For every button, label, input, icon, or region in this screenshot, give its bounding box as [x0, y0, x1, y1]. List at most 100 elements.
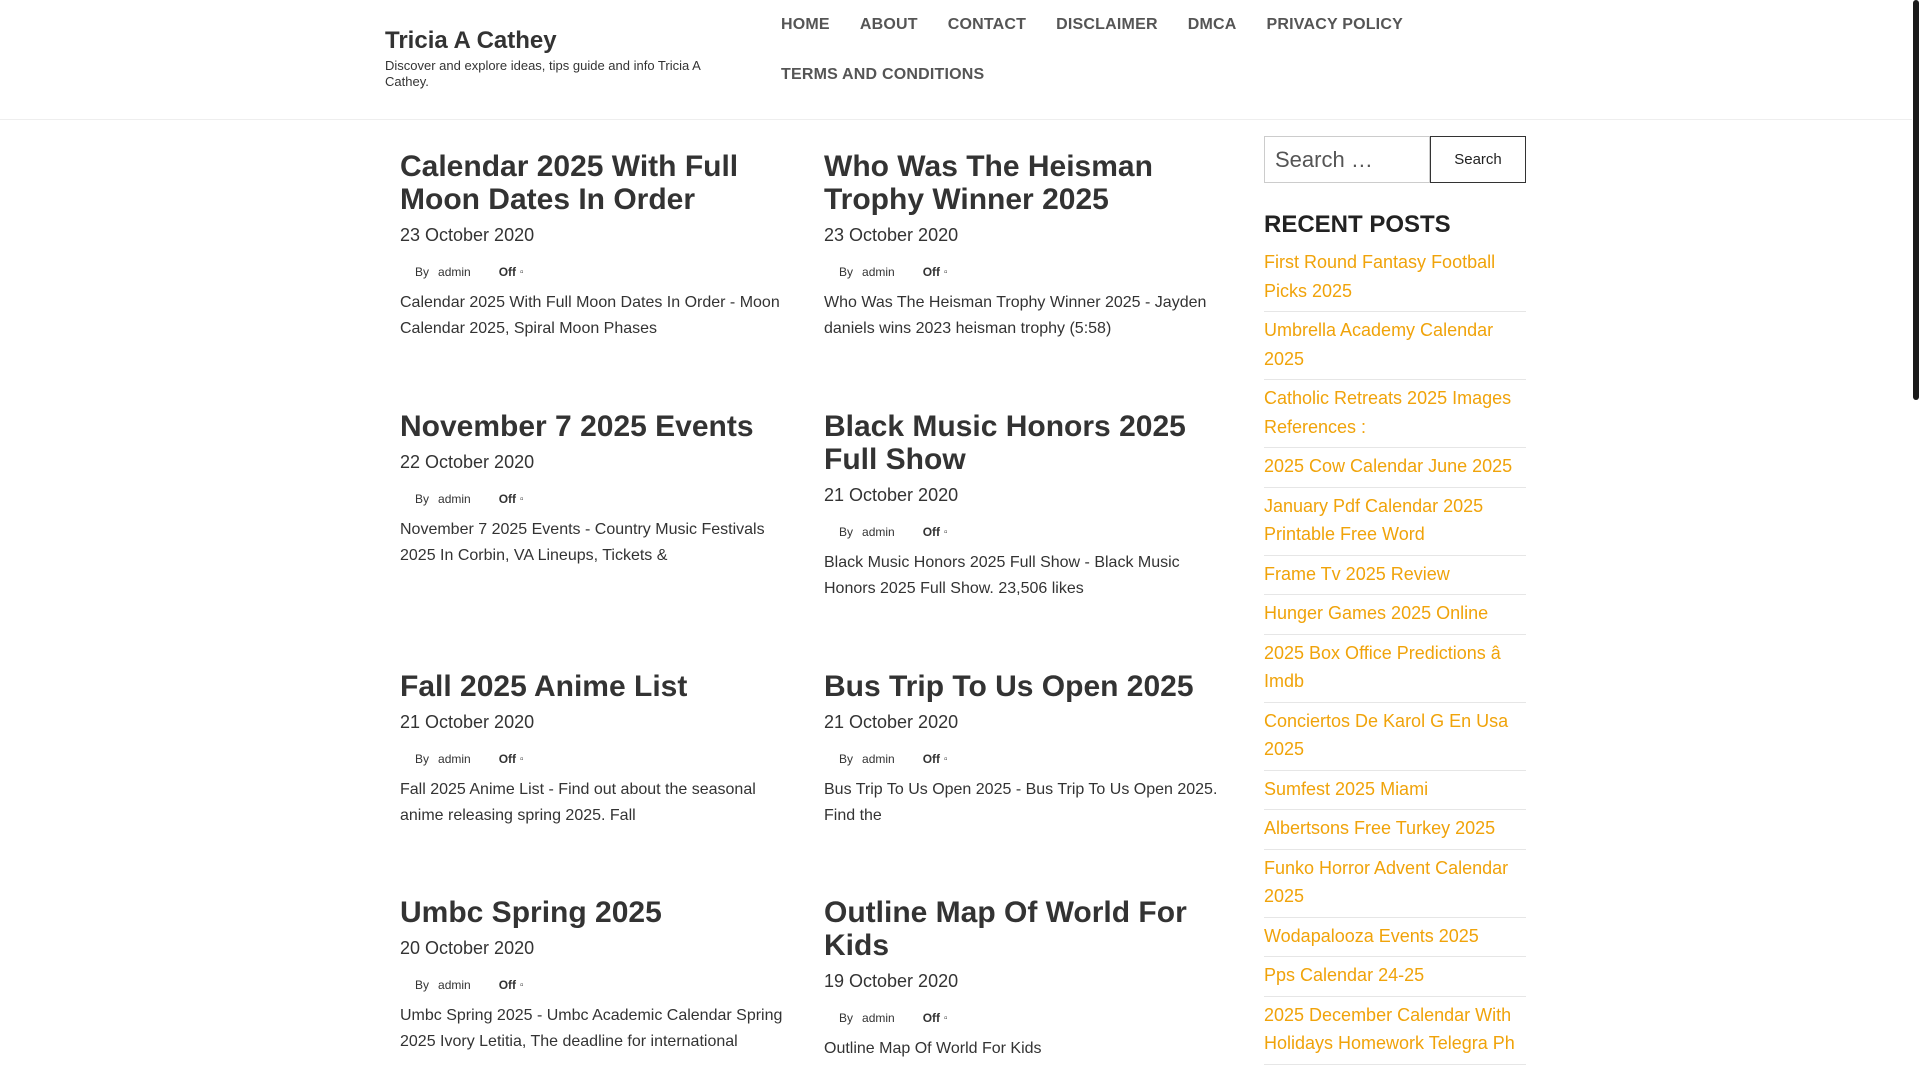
nav-home[interactable]: HOME: [766, 0, 845, 50]
recent-post-link[interactable]: Conciertos De Karol G En Usa 2025: [1264, 707, 1526, 764]
list-item: Albertsons Free Turkey 2025: [1264, 810, 1526, 850]
post-comments-status: Off: [922, 265, 941, 279]
comment-icon: ▫: [944, 266, 948, 278]
post-card: Outline Map Of World For Kids 19 October…: [824, 896, 1224, 1062]
post-author[interactable]: admin: [438, 752, 471, 766]
nav-about[interactable]: ABOUT: [845, 0, 933, 50]
post-comments-status: Off: [498, 978, 517, 992]
main-navigation: HOME ABOUT CONTACT DISCLAIMER DMCA PRIVA…: [766, 0, 1426, 100]
recent-post-link[interactable]: Wodapalooza Events 2025: [1264, 922, 1526, 951]
post-by-label: By: [415, 978, 430, 992]
post-comments-status: Off: [922, 752, 941, 766]
post-date: 21 October 2020: [400, 712, 535, 732]
post-author[interactable]: admin: [862, 752, 895, 766]
post-excerpt: Umbc Spring 2025 - Umbc Academic Calenda…: [400, 1007, 783, 1050]
post-author[interactable]: admin: [862, 265, 895, 279]
post-meta: By admin Off ▫: [824, 264, 1224, 280]
search-input[interactable]: [1264, 136, 1430, 183]
site-title[interactable]: Tricia A Cathey: [385, 26, 745, 56]
nav-contact[interactable]: CONTACT: [933, 0, 1041, 50]
comment-icon: ▫: [944, 1012, 948, 1024]
list-item: Catholic Retreats 2025 Images References…: [1264, 380, 1526, 448]
post-excerpt: Calendar 2025 With Full Moon Dates In Or…: [400, 294, 780, 337]
comment-icon: ▫: [520, 266, 524, 278]
post-card: Who Was The Heisman Trophy Winner 2025 2…: [824, 150, 1224, 342]
list-item: January Pdf Calendar 2025 Printable Free…: [1264, 488, 1526, 556]
post-title[interactable]: Who Was The Heisman Trophy Winner 2025: [824, 150, 1224, 216]
post-excerpt: Black Music Honors 2025 Full Show - Blac…: [824, 554, 1180, 597]
post-excerpt: November 7 2025 Events - Country Music F…: [400, 521, 765, 564]
post-date: 23 October 2020: [400, 225, 535, 245]
recent-post-link[interactable]: Albertsons Free Turkey 2025: [1264, 814, 1526, 843]
post-author[interactable]: admin: [862, 1011, 895, 1025]
comment-icon: ▫: [520, 979, 524, 991]
recent-post-link[interactable]: January Pdf Calendar 2025 Printable Free…: [1264, 492, 1526, 549]
recent-posts-title: RECENT POSTS: [1264, 211, 1451, 238]
post-comments-status: Off: [922, 525, 941, 539]
post-author[interactable]: admin: [438, 492, 471, 506]
post-card: Fall 2025 Anime List 21 October 2020 By …: [400, 670, 800, 829]
post-meta: By admin Off ▫: [400, 491, 800, 507]
recent-post-link[interactable]: Pps Calendar 24-25: [1264, 961, 1526, 990]
post-date: 23 October 2020: [824, 225, 959, 245]
list-item: Frame Tv 2025 Review: [1264, 556, 1526, 595]
nav-dmca[interactable]: DMCA: [1173, 0, 1252, 50]
post-comments-status: Off: [498, 752, 517, 766]
post-by-label: By: [415, 752, 430, 766]
scrollbar-thumb[interactable]: [1913, 0, 1919, 400]
post-card: Calendar 2025 With Full Moon Dates In Or…: [400, 150, 800, 342]
site-header: Tricia A Cathey Discover and explore ide…: [0, 0, 1912, 120]
recent-post-link[interactable]: Umbrella Academy Calendar 2025: [1264, 316, 1526, 373]
list-item: Wodapalooza Events 2025: [1264, 918, 1526, 957]
post-title[interactable]: Umbc Spring 2025: [400, 896, 800, 929]
list-item: Sumfest 2025 Miami: [1264, 771, 1526, 810]
list-item: Umbrella Academy Calendar 2025: [1264, 312, 1526, 380]
post-excerpt: Outline Map Of World For Kids: [824, 1040, 1042, 1057]
page-scrollbar[interactable]: [1912, 0, 1920, 1080]
post-excerpt: Fall 2025 Anime List - Find out about th…: [400, 781, 756, 824]
recent-post-link[interactable]: First Round Fantasy Football Picks 2025: [1264, 248, 1526, 305]
search-button[interactable]: Search: [1430, 136, 1526, 183]
recent-post-link[interactable]: Hunger Games 2025 Online: [1264, 599, 1526, 628]
recent-post-link[interactable]: 2025 Cow Calendar June 2025: [1264, 452, 1526, 481]
nav-terms-and-conditions[interactable]: TERMS AND CONDITIONS: [766, 50, 999, 100]
post-title[interactable]: Black Music Honors 2025 Full Show: [824, 410, 1224, 476]
recent-post-link[interactable]: Catholic Retreats 2025 Images References…: [1264, 384, 1526, 441]
post-author[interactable]: admin: [438, 265, 471, 279]
comment-icon: ▫: [944, 526, 948, 538]
post-meta: By admin Off ▫: [824, 1010, 1224, 1026]
post-author[interactable]: admin: [438, 978, 471, 992]
post-meta: By admin Off ▫: [400, 264, 800, 280]
post-title[interactable]: Calendar 2025 With Full Moon Dates In Or…: [400, 150, 800, 216]
post-title[interactable]: Fall 2025 Anime List: [400, 670, 800, 703]
nav-disclaimer[interactable]: DISCLAIMER: [1041, 0, 1173, 50]
post-by-label: By: [415, 492, 430, 506]
post-title[interactable]: November 7 2025 Events: [400, 410, 800, 443]
post-card: Black Music Honors 2025 Full Show 21 Oct…: [824, 410, 1224, 602]
list-item: Hunger Games 2025 Online: [1264, 595, 1526, 635]
post-meta: By admin Off ▫: [824, 524, 1224, 540]
list-item: 2025 Cow Calendar June 2025: [1264, 448, 1526, 488]
post-by-label: By: [839, 525, 854, 539]
post-author[interactable]: admin: [862, 525, 895, 539]
recent-post-link[interactable]: 2025 Box Office Predictions â Imdb: [1264, 639, 1526, 696]
recent-post-link[interactable]: Funko Horror Advent Calendar 2025: [1264, 854, 1526, 911]
list-item: Funko Horror Advent Calendar 2025: [1264, 850, 1526, 918]
sidebar: Search RECENT POSTS First Round Fantasy …: [1264, 136, 1526, 1065]
recent-post-link[interactable]: 2025 December Calendar With Holidays Hom…: [1264, 1001, 1526, 1058]
post-date: 21 October 2020: [824, 485, 959, 505]
post-by-label: By: [839, 752, 854, 766]
post-date: 19 October 2020: [824, 971, 959, 991]
post-title[interactable]: Outline Map Of World For Kids: [824, 896, 1224, 962]
recent-post-link[interactable]: Sumfest 2025 Miami: [1264, 775, 1526, 804]
list-item: Pps Calendar 24-25: [1264, 957, 1526, 997]
post-by-label: By: [839, 1011, 854, 1025]
post-title[interactable]: Bus Trip To Us Open 2025: [824, 670, 1224, 703]
nav-privacy-policy[interactable]: PRIVACY POLICY: [1252, 0, 1418, 50]
recent-post-link[interactable]: Frame Tv 2025 Review: [1264, 560, 1526, 589]
search-form: Search: [1264, 136, 1526, 184]
post-meta: By admin Off ▫: [824, 751, 1224, 767]
post-date: 21 October 2020: [824, 712, 959, 732]
post-card: Bus Trip To Us Open 2025 21 October 2020…: [824, 670, 1224, 829]
post-date: 20 October 2020: [400, 938, 535, 958]
